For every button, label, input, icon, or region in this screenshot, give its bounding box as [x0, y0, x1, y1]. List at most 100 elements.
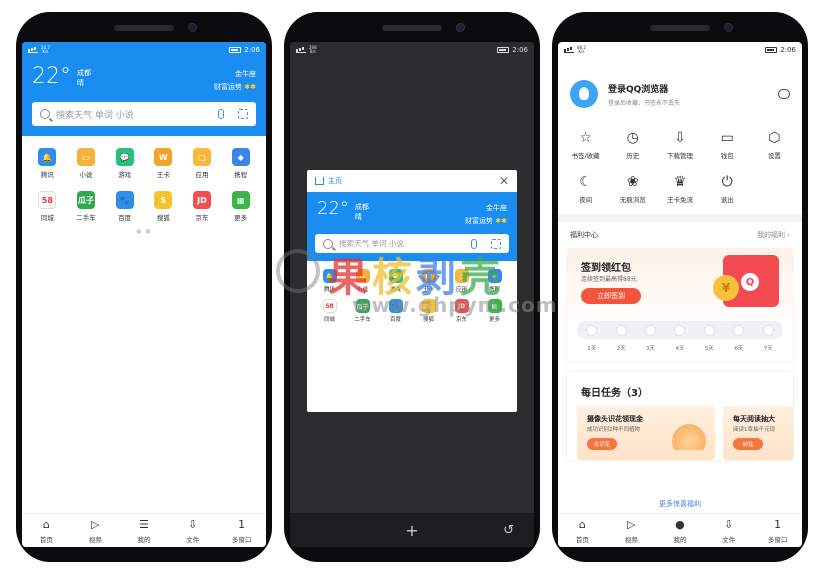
menu-item[interactable]: ❀ 无痕浏览	[609, 174, 656, 204]
task-button[interactable]: 前往	[733, 438, 763, 450]
status-bar: 298 B/s 2:06	[290, 42, 534, 58]
status-bar: 88.2 K/s 2:06	[558, 42, 802, 58]
phone-frame-home: 24.7 K/s 2:06 22° 成都晴 金牛座 财富运势 ✱✱ 搜索天气 单词 …	[16, 12, 272, 562]
app-label: 腾讯	[40, 171, 54, 179]
avatar[interactable]	[570, 80, 598, 108]
clock: 2:06	[244, 46, 260, 54]
menu-item[interactable]: ⏻ 退出	[704, 174, 751, 204]
my-welfare-link[interactable]: 我的福利 ›	[757, 230, 790, 240]
nav-label: 我的	[673, 535, 687, 544]
task-flower-scan[interactable]: 摄像头识花领现金 成功识别2种不同植物 去识花	[577, 406, 715, 460]
menu-item[interactable]: ♛ 王卡免流	[656, 174, 703, 204]
app-item[interactable]: ▦ 更多	[221, 191, 260, 222]
menu-item-label: 历史	[626, 152, 640, 160]
checkin-card: 签到领红包 连续签到最高得88元 立即签到 ¥ Q 1天 2天 3天 4天 5天 6天 7天	[566, 248, 794, 363]
net-speed-unit: K/s	[42, 49, 49, 54]
add-window-button[interactable]: +	[405, 521, 418, 540]
front-camera	[456, 23, 465, 32]
menu-item-label: 退出	[720, 196, 734, 204]
app-icon: 🐾	[115, 191, 134, 209]
app-item[interactable]: 瓜子 二手车	[67, 191, 106, 222]
nav-tab[interactable]: ▷ 视频	[607, 514, 656, 547]
app-label: 京东	[455, 317, 467, 323]
search-placeholder: 搜索天气 单词 小说	[56, 110, 134, 121]
app-icon: ▢	[454, 269, 469, 283]
app-item: 瓜子 二手车	[346, 299, 379, 323]
app-icon: 瓜子	[76, 191, 95, 209]
checkin-day-label: 5天	[704, 346, 714, 352]
app-label: 游戏	[118, 171, 132, 179]
lotus-icon	[671, 420, 707, 450]
app-item[interactable]: ◆ 携程	[221, 148, 260, 179]
nav-tab[interactable]: ⌂ 首页	[22, 514, 71, 547]
menu-item-icon: ❀	[626, 174, 639, 190]
red-envelope-icon: ¥ Q	[713, 255, 779, 307]
coin-icon: ¥	[713, 275, 739, 301]
menu-item[interactable]: ☆ 书签/收藏	[562, 130, 609, 160]
menu-screen: 88.2 K/s 2:06 登录QQ浏览器 登录后收藏、书签永不丢失 ☆ 书签/收藏…	[558, 42, 802, 547]
app-item[interactable]: 🐾 百度	[105, 191, 144, 222]
fortune-label: 财富运势	[214, 83, 243, 91]
qq-logo-icon: Q	[741, 273, 759, 291]
nav-tab[interactable]: 1 多窗口	[217, 514, 266, 547]
nav-tab[interactable]: ⇩ 文件	[168, 514, 217, 547]
multiwindow-screen: 298 B/s 2:06 主页 ✕ 22° 成都晴 金牛座 财富运势 ✱✱ 搜索…	[290, 42, 534, 547]
nav-icon: ⌂	[578, 518, 586, 531]
app-item[interactable]: 58 同城	[28, 191, 67, 222]
message-icon[interactable]	[778, 89, 790, 99]
window-card[interactable]: 主页 ✕ 22° 成都晴 金牛座 财富运势 ✱✱ 搜索天气 单词 小说 🔔 腾讯…	[307, 170, 517, 412]
app-item[interactable]: 💬 游戏	[105, 148, 144, 179]
app-grid: 🔔 腾讯 ▭ 小说 💬 游戏 W 王卡 ▢ 应用 ◆ 携程 58 同城 瓜子 二手车 🐾 百度 S 搜狐 JD 京东 ▦ 更多	[22, 136, 266, 222]
menu-item-icon: ♛	[673, 174, 687, 190]
menu-grid: ☆ 书签/收藏 ◷ 历史 ⇩ 下载管理 ▭ 钱包 ⬡ 设置 ☾ 夜间 ❀ 无痕浏览 ♛ 王卡免流 ⏻ 退出	[558, 108, 802, 222]
clock: 2:06	[780, 46, 796, 54]
window-card-header: 主页 ✕	[307, 170, 517, 192]
app-icon: S	[421, 299, 436, 313]
front-camera	[724, 23, 733, 32]
menu-item[interactable]: ◷ 历史	[609, 130, 656, 160]
more-welfare-link[interactable]: 更多惊喜福利	[558, 499, 802, 509]
close-icon[interactable]: ✕	[499, 174, 509, 188]
checkin-day-dot	[762, 324, 774, 336]
menu-item-label: 王卡免流	[666, 196, 693, 204]
phone-frame-menu: 88.2 K/s 2:06 登录QQ浏览器 登录后收藏、书签永不丢失 ☆ 书签/收藏…	[552, 12, 808, 562]
menu-item[interactable]: ⇩ 下载管理	[656, 130, 703, 160]
app-item: ▢ 应用	[445, 269, 478, 293]
nav-tab[interactable]: 1 多窗口	[753, 514, 802, 547]
app-label: 游戏	[389, 287, 401, 293]
task-reading[interactable]: 每天阅读抽大 阅读1章抽千元现 前往	[723, 406, 793, 460]
app-item[interactable]: ▭ 小说	[67, 148, 106, 179]
app-label: 应用	[195, 171, 209, 179]
app-item[interactable]: ▢ 应用	[183, 148, 222, 179]
back-button[interactable]: ↺	[503, 523, 514, 538]
app-item[interactable]: JD 京东	[183, 191, 222, 222]
login-area[interactable]: 登录QQ浏览器 登录后收藏、书签永不丢失	[558, 58, 802, 108]
menu-item[interactable]: ▭ 钱包	[704, 130, 751, 160]
app-item[interactable]: S 搜狐	[144, 191, 183, 222]
app-item[interactable]: W 王卡	[144, 148, 183, 179]
menu-item[interactable]: ⬡ 设置	[751, 130, 798, 160]
menu-item-label: 无痕浏览	[619, 196, 646, 204]
menu-item[interactable]: ☾ 夜间	[562, 174, 609, 204]
nav-tab[interactable]: ⇩ 文件	[704, 514, 753, 547]
nav-tab[interactable]: ⌂ 首页	[558, 514, 607, 547]
nav-tab[interactable]: ▷ 视频	[71, 514, 120, 547]
app-icon: 🔔	[38, 148, 57, 166]
battery-icon	[497, 47, 510, 53]
nav-tab[interactable]: ☰ 我的	[120, 514, 169, 547]
menu-item-label: 书签/收藏	[571, 152, 600, 160]
app-item: ▦ 更多	[478, 299, 511, 323]
search-input: 搜索天气 单词 小说	[315, 234, 509, 253]
nav-tab[interactable]: ● 我的	[656, 514, 705, 547]
menu-item-label: 钱包	[720, 152, 734, 160]
task-button[interactable]: 去识花	[587, 438, 617, 450]
checkin-button[interactable]: 立即签到	[581, 288, 641, 304]
login-title[interactable]: 登录QQ浏览器	[608, 82, 680, 95]
app-label: 二手车	[76, 214, 96, 222]
search-input[interactable]: 搜索天气 单词 小说	[32, 102, 256, 126]
app-item[interactable]: 🔔 腾讯	[28, 148, 67, 179]
scan-icon[interactable]	[238, 109, 248, 119]
weather-widget[interactable]: 22° 成都晴 金牛座 财富运势 ✱✱	[22, 58, 266, 94]
microphone-icon[interactable]	[218, 109, 224, 119]
checkin-day-dot	[645, 324, 657, 336]
